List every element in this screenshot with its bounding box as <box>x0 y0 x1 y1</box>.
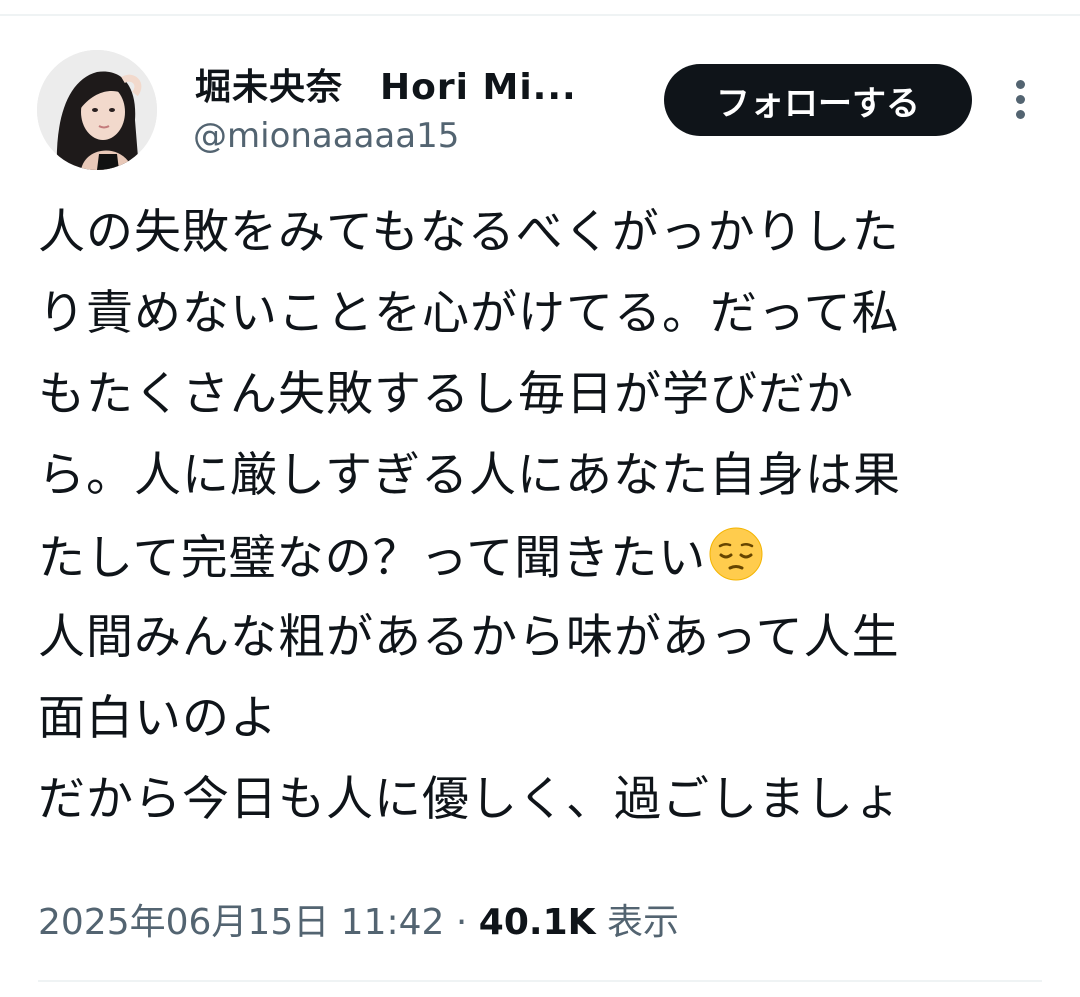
avatar-photo <box>37 50 157 170</box>
avatar[interactable] <box>37 50 157 170</box>
more-dot <box>1016 80 1025 89</box>
pensive-face-icon <box>709 527 763 581</box>
more-dot <box>1016 110 1025 119</box>
tweet-line-text: 人の失敗をみてもなるべくがっかりした <box>38 205 900 260</box>
meta-separator: · <box>455 902 468 943</box>
tweet-line: 人の失敗をみてもなるべくがっかりした <box>38 202 1038 283</box>
timestamp[interactable]: 2025年06月15日 11:42 <box>38 902 444 943</box>
tweet-line: ら。人に厳しすぎる人にあなた自身は果 <box>38 445 1038 526</box>
more-dot <box>1016 95 1025 104</box>
tweet-line-text: 人間みんな粗があるから味があって人生 <box>38 610 900 665</box>
tweet-line: たして完璧なの？って聞きたい <box>38 526 1038 607</box>
tweet-line-text: たして完璧なの？って聞きたい <box>38 531 707 586</box>
top-divider <box>0 14 1080 16</box>
tweet-line-text: り責めないことを心がけてる。だって私 <box>38 286 900 341</box>
display-name[interactable]: 堀未央奈 Hori Mi... <box>195 58 577 110</box>
tweet-line-text: もたくさん失敗するし毎日が学びだか <box>38 367 854 422</box>
follow-button[interactable]: フォローする <box>664 64 972 136</box>
tweet-meta: 2025年06月15日 11:42 · 40.1K 表示 <box>38 893 679 945</box>
tweet-line: り責めないことを心がけてる。だって私 <box>38 283 1038 364</box>
more-vertical-icon[interactable] <box>1004 78 1038 122</box>
views-label: 表示 <box>606 902 679 943</box>
tweet-text: 人の失敗をみてもなるべくがっかりした り責めないことを心がけてる。だって私 もた… <box>38 202 1038 850</box>
tweet-line: だから今日も人に優しく、過ごしましょ <box>38 769 1038 850</box>
tweet-line: 人間みんな粗があるから味があって人生 <box>38 607 1038 688</box>
tweet-line: 面白いのよ <box>38 688 1038 769</box>
tweet-line: もたくさん失敗するし毎日が学びだか <box>38 364 1038 445</box>
tweet-line-text: ら。人に厳しすぎる人にあなた自身は果 <box>38 448 902 503</box>
views-count[interactable]: 40.1K <box>479 902 596 943</box>
tweet-line-text: だから今日も人に優しく、過ごしましょ <box>38 772 902 827</box>
bottom-divider <box>38 980 1042 982</box>
user-handle[interactable]: @mionaaaaa15 <box>193 116 459 156</box>
tweet-line-text: 面白いのよ <box>38 691 278 746</box>
